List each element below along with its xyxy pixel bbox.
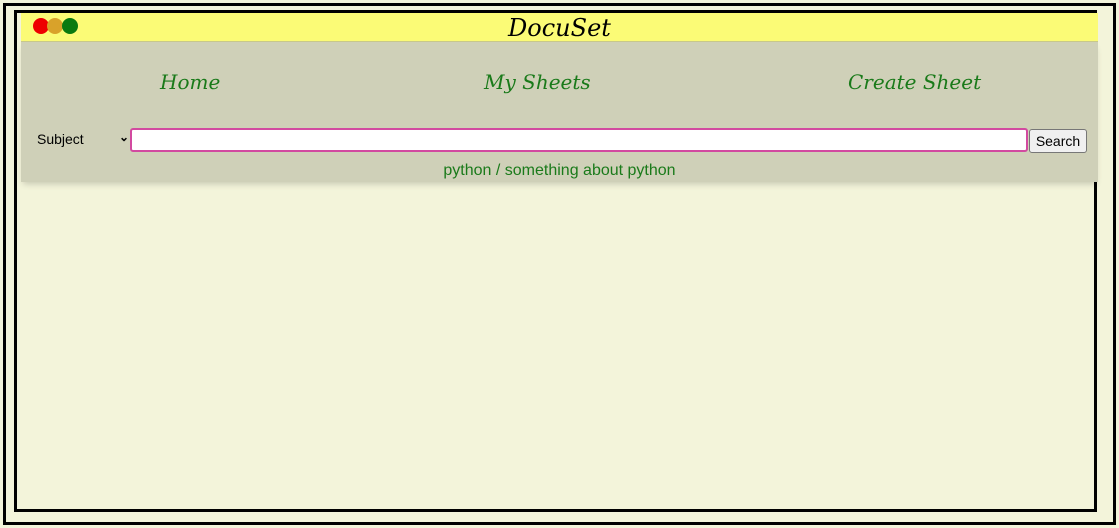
navbar: Home My Sheets Create Sheet Subject ⌄ Se… — [21, 42, 1098, 182]
nav-home-link[interactable]: Home — [160, 70, 220, 94]
search-filter-select[interactable]: Subject ⌄ — [33, 128, 129, 152]
nav-my-sheets-link[interactable]: My Sheets — [484, 70, 591, 94]
title-bar: DocuSet — [21, 13, 1098, 42]
search-result-link[interactable]: python / something about python — [21, 162, 1098, 180]
nav-create-sheet-link[interactable]: Create Sheet — [848, 70, 981, 94]
search-button[interactable]: Search — [1029, 129, 1087, 153]
search-input[interactable] — [130, 128, 1028, 152]
chevron-down-icon: ⌄ — [118, 130, 129, 144]
search-filter-value: Subject — [37, 131, 84, 147]
app-title: DocuSet — [508, 14, 611, 42]
